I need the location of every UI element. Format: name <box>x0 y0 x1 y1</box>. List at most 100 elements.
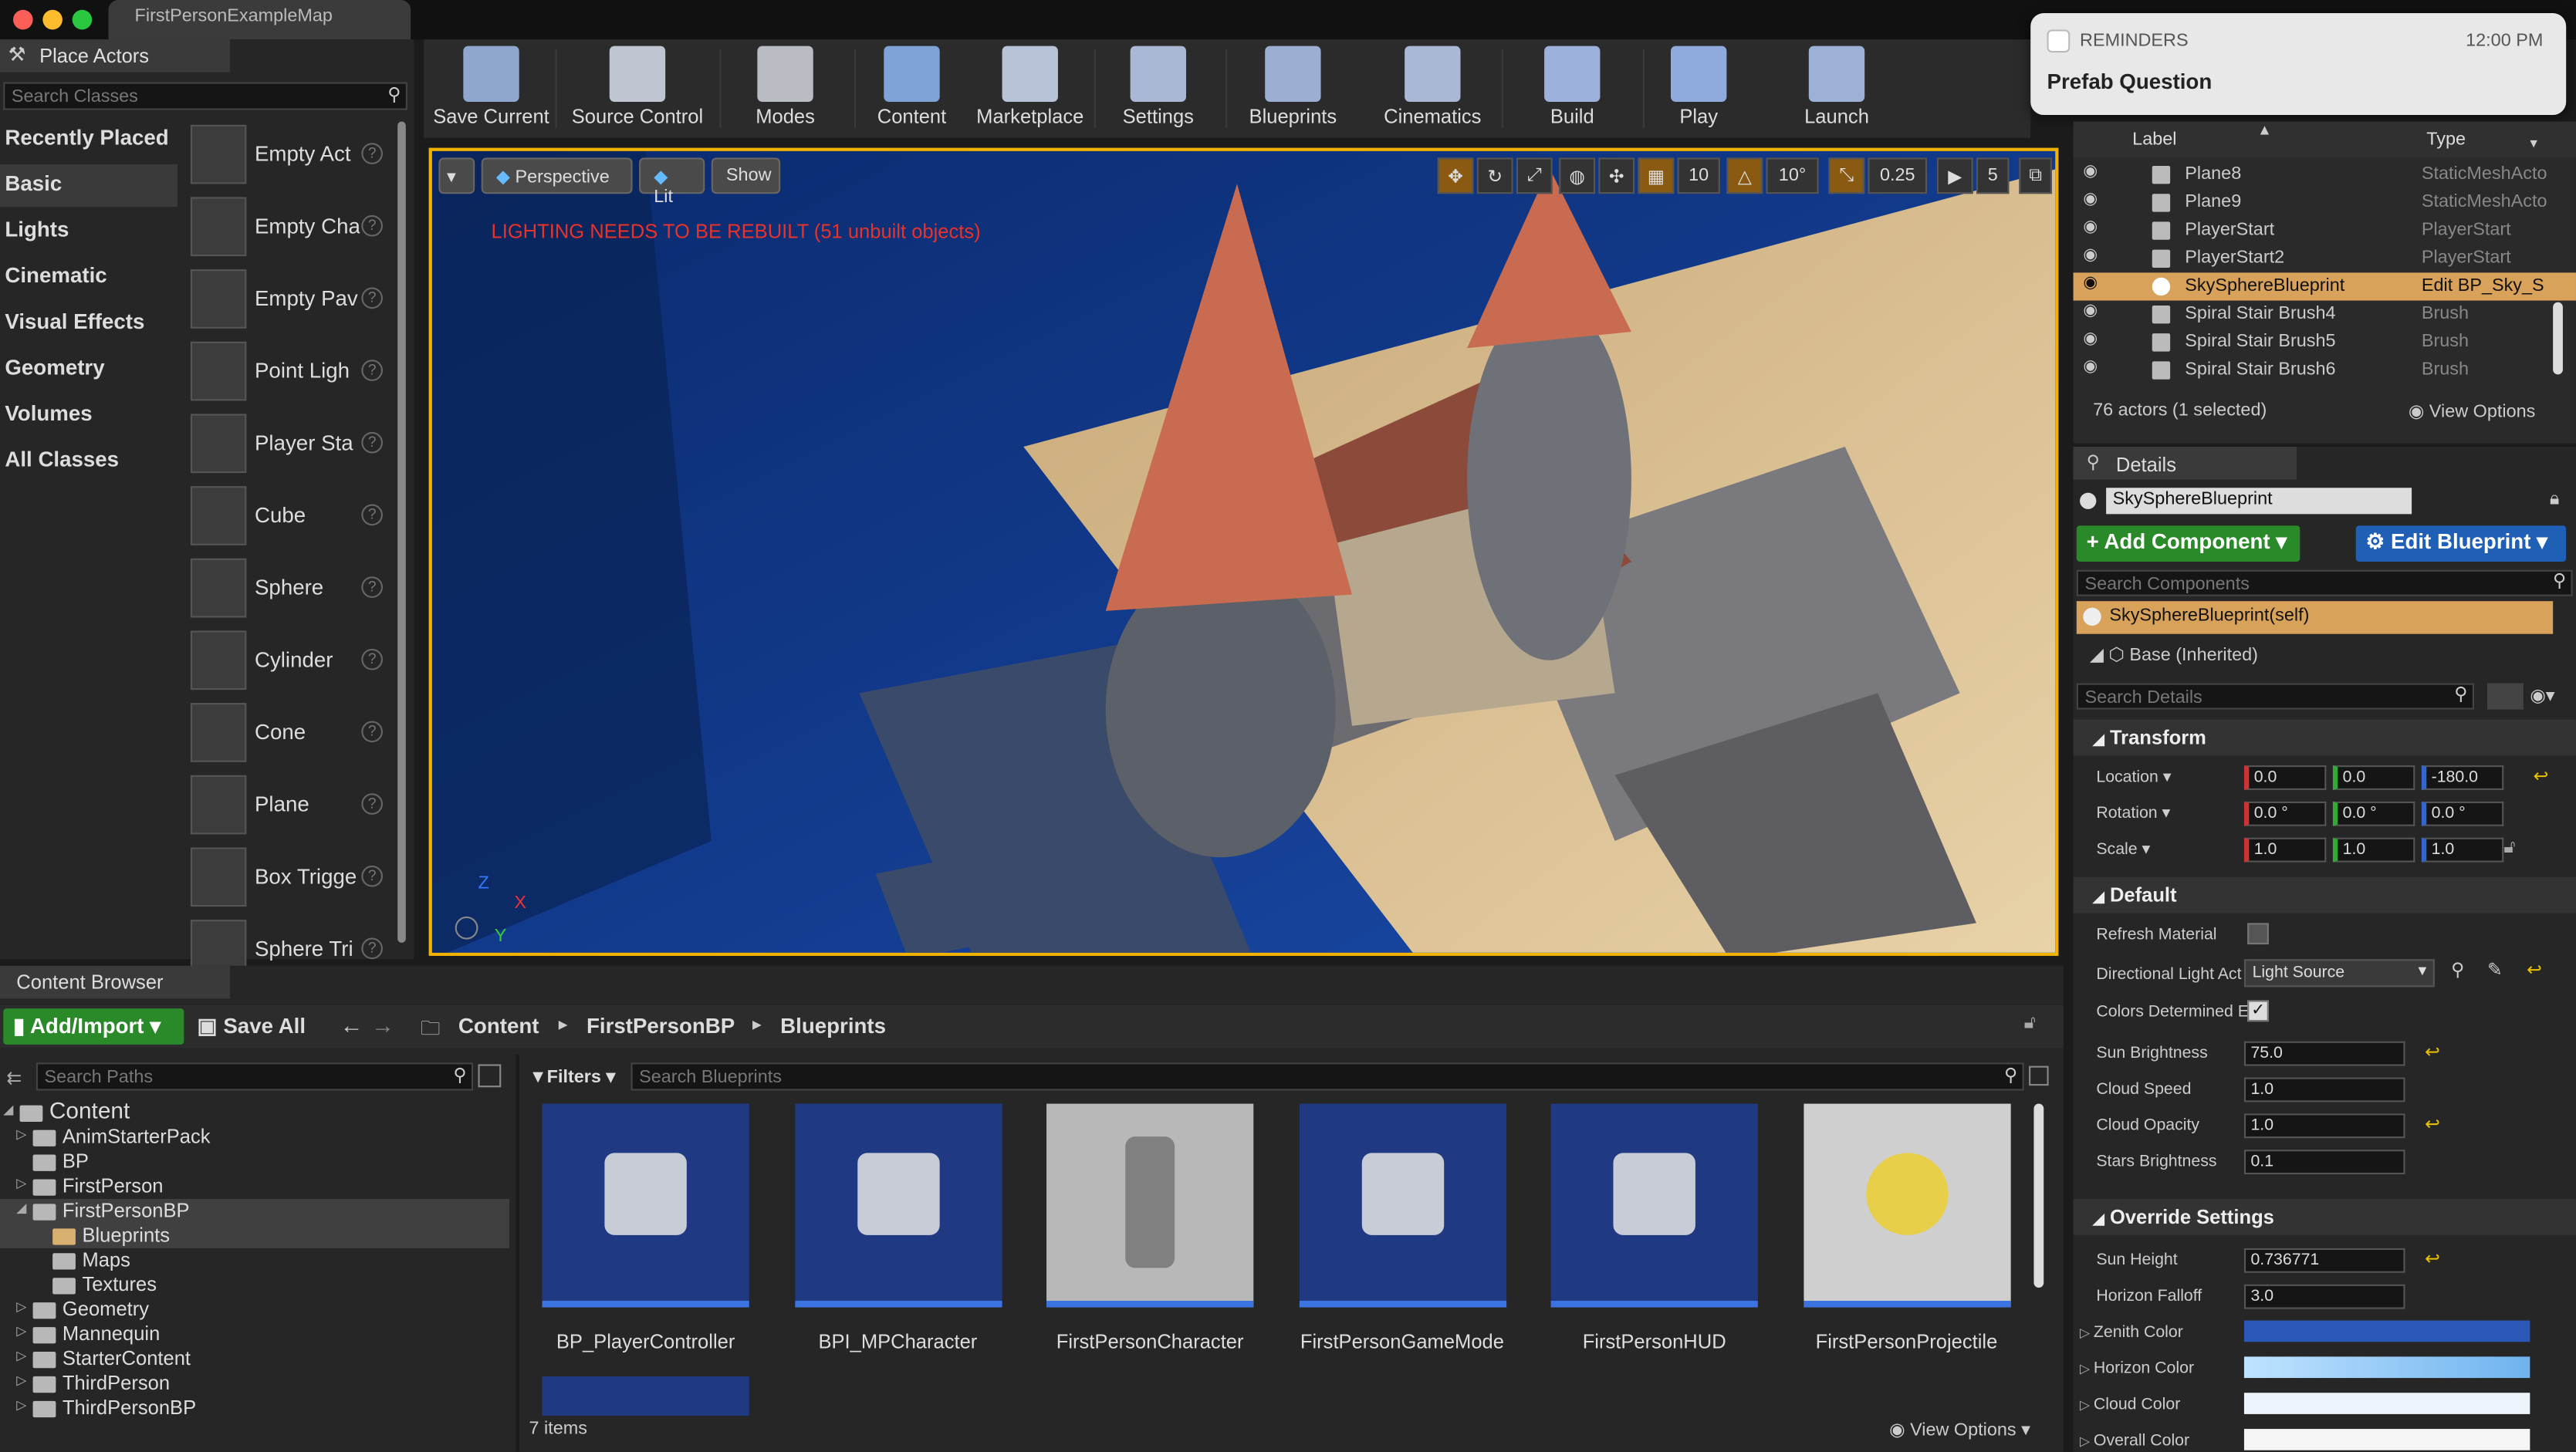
show-button[interactable]: Show <box>711 157 781 194</box>
help-icon[interactable]: ? <box>361 576 384 598</box>
overall-color-row[interactable]: ▷ Overall Color <box>2080 1432 2189 1450</box>
asset-tile[interactable] <box>1046 1103 1254 1308</box>
help-icon[interactable]: ? <box>361 793 384 815</box>
tree-item-geometry[interactable]: ▷ Geometry <box>0 1298 509 1322</box>
breadcrumb-blueprints[interactable]: Blueprints <box>780 1013 886 1038</box>
level-viewport[interactable]: ▾ ◆ Perspective ◆ Lit Show LIGHTING NEED… <box>428 147 2059 956</box>
toolbar-button-marketplace[interactable]: Marketplace <box>966 39 1094 138</box>
category-basic[interactable]: Basic <box>0 164 177 208</box>
outliner-row[interactable]: ◉ SkySphereBlueprint Edit BP_Sky_S <box>2073 272 2576 301</box>
tree-item-animstarterpack[interactable]: ▷ AnimStarterPack <box>0 1125 509 1150</box>
location-y-field[interactable]: 0.0 <box>2332 765 2415 790</box>
help-icon[interactable]: ? <box>361 937 384 960</box>
eye-icon[interactable]: ◉ <box>2083 246 2098 264</box>
cloud-color-row[interactable]: ▷ Cloud Color <box>2080 1396 2180 1413</box>
stars-brightness-field[interactable]: 0.1 <box>2243 1150 2405 1175</box>
overall-color-swatch[interactable] <box>2243 1429 2530 1450</box>
toolbar-button-settings[interactable]: Settings <box>1097 39 1219 138</box>
rotate-mode-icon[interactable]: ↻ <box>1476 157 1513 194</box>
location-x-field[interactable]: 0.0 <box>2243 765 2327 790</box>
maximize-window-button[interactable] <box>72 9 93 30</box>
rotation-y-field[interactable]: 0.0 ° <box>2332 801 2415 826</box>
toolbar-button-blueprints[interactable]: Blueprints <box>1229 39 1357 138</box>
cloud-color-swatch[interactable] <box>2243 1393 2530 1414</box>
toolbar-button-cinematics[interactable]: Cinematics <box>1361 39 1505 138</box>
asset-scrollbar[interactable] <box>2033 1103 2044 1288</box>
eye-icon[interactable]: ◉ <box>2083 302 2098 320</box>
tree-item-startercontent[interactable]: ▷ StarterContent <box>0 1347 509 1372</box>
actor-item[interactable]: Empty Act? <box>184 122 394 191</box>
horizon-color-swatch[interactable] <box>2243 1356 2530 1379</box>
help-icon[interactable]: ? <box>361 214 384 237</box>
outliner-view-options[interactable]: ◉ View Options <box>2409 400 2536 423</box>
category-lights[interactable]: Lights <box>0 210 177 252</box>
asset-tile-partial[interactable] <box>542 1376 749 1417</box>
close-window-button[interactable] <box>13 9 33 30</box>
toolbar-button-source-control[interactable]: Source Control <box>559 39 716 138</box>
tree-item-maps[interactable]: Maps <box>0 1248 509 1273</box>
zenith-color-row[interactable]: ▷ Zenith Color <box>2080 1324 2183 1342</box>
tree-item-bp[interactable]: BP <box>0 1150 509 1174</box>
forward-arrow-icon[interactable]: → <box>371 1011 394 1038</box>
refresh-material-checkbox[interactable] <box>2247 923 2269 945</box>
breadcrumb-content[interactable]: Content <box>458 1013 539 1038</box>
actor-item[interactable]: Box Trigge? <box>184 844 394 913</box>
actor-item[interactable]: Player Sta? <box>184 410 394 479</box>
category-cinematic[interactable]: Cinematic <box>0 256 177 299</box>
toolbar-button-launch[interactable]: Launch <box>1771 39 1902 138</box>
help-icon[interactable]: ? <box>361 143 384 164</box>
location-z-field[interactable]: -180.0 <box>2421 765 2504 790</box>
zenith-color-swatch[interactable] <box>2243 1320 2530 1342</box>
lock-icon[interactable]: 🔒︎ <box>2550 489 2559 511</box>
default-section[interactable]: ◢ Default <box>2073 876 2576 913</box>
scale-x-field[interactable]: 1.0 <box>2243 837 2327 863</box>
edit-blueprint-button[interactable]: ⚙ Edit Blueprint ▾ <box>2355 525 2567 562</box>
outliner-scrollbar[interactable] <box>2553 302 2563 375</box>
lock-icon[interactable]: 🔓︎ <box>2503 838 2515 859</box>
actor-item[interactable]: Cone? <box>184 700 394 768</box>
tree-item-content[interactable]: ◢ Content <box>0 1097 509 1125</box>
world-space-icon[interactable]: ◍ <box>1559 157 1596 194</box>
search-details-input[interactable]: Search Details ⚲ <box>2076 683 2474 710</box>
property-matrix-icon[interactable] <box>2487 683 2524 710</box>
lock-icon[interactable]: 🔓︎ <box>2024 1013 2036 1035</box>
scale-mode-icon[interactable]: ⤢ <box>1516 157 1553 194</box>
eye-icon[interactable]: ◉ <box>2083 275 2098 292</box>
outliner-row[interactable]: ◉ Plane8 StaticMeshActo <box>2074 161 2576 189</box>
grid-snap-icon[interactable]: ▦ <box>1638 157 1675 194</box>
minimize-window-button[interactable] <box>42 9 63 30</box>
scale-snap-icon[interactable]: ⤡ <box>1828 157 1865 194</box>
save-all-button[interactable]: ▣ Save All <box>197 1013 306 1039</box>
outliner-row[interactable]: ◉ Plane9 StaticMeshActo <box>2074 189 2576 217</box>
actor-item[interactable]: Cube? <box>184 483 394 552</box>
actor-item[interactable]: Sphere? <box>184 555 394 624</box>
asset-tile[interactable] <box>542 1103 749 1308</box>
toolbar-button-save-current[interactable]: Save Current <box>424 39 559 138</box>
add-import-button[interactable]: ▮ Add/Import ▾ <box>3 1008 184 1045</box>
eye-icon[interactable]: ◉ <box>2083 330 2098 348</box>
search-blueprints-input[interactable]: Search Blueprints ⚲ <box>630 1062 2024 1091</box>
eye-icon[interactable]: ◉ <box>2083 191 2098 208</box>
outliner-col-label[interactable]: Label <box>2132 130 2176 150</box>
rotation-x-field[interactable]: 0.0 ° <box>2243 801 2327 826</box>
outliner-row[interactable]: ◉ Spiral Stair Brush6 Brush <box>2074 356 2576 384</box>
content-browser-tab[interactable]: Content Browser <box>0 965 231 999</box>
help-icon[interactable]: ? <box>361 504 384 526</box>
search-paths-input[interactable]: Search Paths ⚲ <box>35 1062 474 1091</box>
outliner-row[interactable]: ◉ PlayerStart2 PlayerStart <box>2074 245 2576 272</box>
rotation-snap-icon[interactable]: △ <box>1726 157 1763 194</box>
breadcrumb-separator-icon[interactable]: ▸ <box>559 1013 568 1035</box>
reset-to-default-icon[interactable]: ↩ <box>2425 1113 2440 1135</box>
category-volumes[interactable]: Volumes <box>0 394 177 437</box>
category-all-classes[interactable]: All Classes <box>0 441 177 483</box>
colors-determined-checkbox[interactable]: ✓ <box>2247 1000 2269 1022</box>
reminder-notification[interactable]: REMINDERS 12:00 PM Prefab Question <box>2030 13 2567 116</box>
place-actors-scrollbar[interactable] <box>397 121 406 943</box>
translate-mode-icon[interactable]: ✥ <box>1437 157 1474 194</box>
toolbar-button-build[interactable]: Build <box>1508 39 1636 138</box>
help-icon[interactable]: ? <box>361 287 384 309</box>
outliner-row[interactable]: ◉ PlayerStart PlayerStart <box>2074 217 2576 245</box>
scale-z-field[interactable]: 1.0 <box>2421 837 2504 863</box>
eye-icon[interactable]: ◉▾ <box>2530 685 2554 707</box>
scale-dropdown[interactable]: Scale ▾ <box>2096 841 2150 859</box>
